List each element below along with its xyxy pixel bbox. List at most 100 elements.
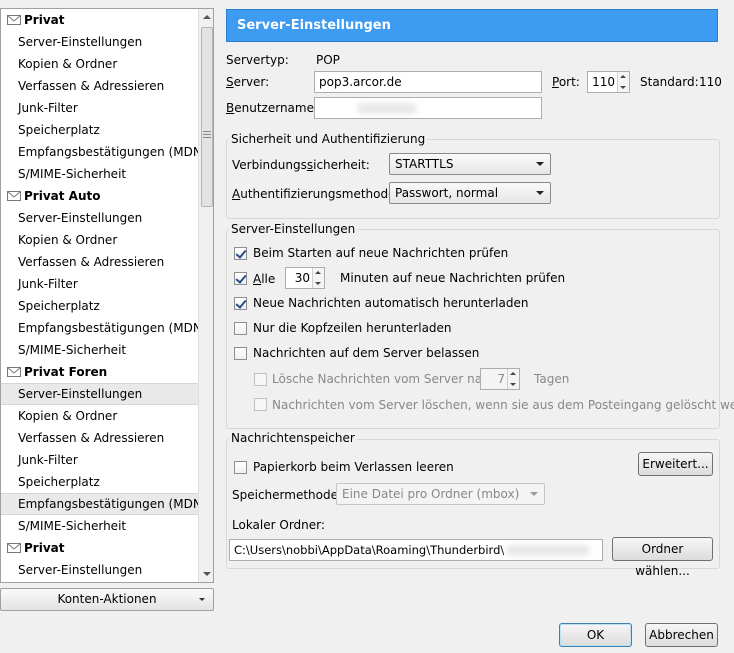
check-interval-stepper[interactable]: 30: [285, 267, 325, 289]
check-every-label: Alle: [253, 272, 276, 286]
chevron-down-icon: [536, 191, 544, 195]
storage-method-value: Eine Datei pro Ordner (mbox): [342, 487, 520, 501]
sidebar-item[interactable]: Speicherplatz: [1, 471, 199, 493]
delete-after-label: Lösche Nachrichten vom Server nach: [272, 372, 497, 386]
sidebar-item[interactable]: Speicherplatz: [1, 295, 199, 317]
account-tree-panel: Privat Server-Einstellungen Kopien & Ordne…: [0, 8, 214, 583]
port-spin-buttons[interactable]: [617, 72, 629, 92]
auth-method-select[interactable]: Passwort, normal: [389, 182, 551, 204]
sidebar-item[interactable]: Server-Einstellungen: [1, 31, 199, 53]
account-row[interactable]: Privat: [1, 9, 199, 31]
account-row[interactable]: Privat Auto: [1, 185, 199, 207]
sidebar-item[interactable]: Empfangsbestätigungen (MDN): [1, 493, 199, 515]
standard-port-value: 110: [699, 75, 722, 89]
auto-download-checkbox[interactable]: [234, 297, 247, 310]
sidebar-item[interactable]: S/MIME-Sicherheit: [1, 339, 199, 361]
account-name: Privat Auto: [24, 189, 101, 203]
scrollbar-thumb[interactable]: [201, 27, 213, 207]
check-interval-value: 30: [294, 271, 310, 285]
delete-days-stepper[interactable]: 7: [480, 368, 520, 390]
sidebar-item[interactable]: Kopien & Ordner: [1, 53, 199, 75]
account-actions-button[interactable]: Konten-Aktionen: [0, 588, 214, 611]
sidebar-item[interactable]: Junk-Filter: [1, 273, 199, 295]
check-interval-suffix: Minuten auf neue Nachrichten prüfen: [340, 271, 566, 285]
scroll-up-arrow-icon[interactable]: [203, 15, 211, 19]
connection-security-label: Verbindungssicherheit:: [232, 158, 370, 172]
headers-only-label: Nur die Kopfzeilen herunterladen: [253, 321, 452, 335]
delete-on-remove-label: Nachrichten vom Server löschen, wenn sie…: [272, 398, 734, 412]
sidebar-item[interactable]: Empfangsbestätigungen (MDN): [1, 141, 199, 163]
security-group-title: Sicherheit und Authentifizierung: [229, 132, 428, 146]
sidebar-item[interactable]: Kopien & Ordner: [1, 405, 199, 427]
delete-days-value: 7: [497, 372, 505, 386]
storage-method-select[interactable]: Eine Datei pro Ordner (mbox): [336, 483, 545, 505]
server-label: Server:: [226, 75, 270, 89]
empty-trash-label: Papierkorb beim Verlassen leeren: [253, 460, 454, 474]
sidebar-item[interactable]: Junk-Filter: [1, 449, 199, 471]
sidebar-item[interactable]: Speicherplatz: [1, 119, 199, 141]
security-group: [226, 139, 720, 219]
auth-method-value: Passwort, normal: [395, 186, 499, 200]
sidebar-item[interactable]: Server-Einstellungen: [1, 383, 199, 405]
sidebar-item[interactable]: Verfassen & Adressieren: [1, 75, 199, 97]
sidebar-item[interactable]: S/MIME-Sicherheit: [1, 515, 199, 537]
leave-on-server-checkbox[interactable]: [234, 347, 247, 360]
connection-security-select[interactable]: STARTTLS: [389, 153, 551, 175]
sidebar-item[interactable]: Server-Einstellungen: [1, 559, 199, 581]
mail-account-icon: [7, 15, 21, 25]
cancel-button[interactable]: Abbrechen: [645, 623, 718, 647]
redacted-profile-path: [506, 545, 590, 556]
account-name: Privat Foren: [24, 365, 108, 379]
account-actions-label: Konten-Aktionen: [57, 592, 157, 606]
check-every-checkbox[interactable]: [234, 272, 247, 285]
standard-label: Standard:: [640, 75, 699, 89]
delete-after-checkbox[interactable]: [254, 373, 267, 386]
chevron-down-icon: [530, 492, 538, 496]
days-label: Tagen: [534, 372, 570, 386]
account-tree[interactable]: Privat Server-Einstellungen Kopien & Ordne…: [1, 9, 199, 582]
empty-trash-checkbox[interactable]: [234, 461, 247, 474]
storage-group-title: Nachrichtenspeicher: [229, 431, 357, 445]
server-type-label: Servertyp:: [226, 53, 289, 67]
advanced-button[interactable]: Erweitert...: [638, 452, 713, 476]
local-folder-label: Lokaler Ordner:: [232, 518, 325, 532]
port-value: 110: [592, 75, 615, 89]
storage-method-label: Speichermethode:: [232, 488, 343, 502]
mail-account-icon: [7, 191, 21, 201]
sidebar-item[interactable]: Verfassen & Adressieren: [1, 251, 199, 273]
choose-folder-button[interactable]: Ordner wählen...: [612, 537, 713, 578]
sidebar-item[interactable]: S/MIME-Sicherheit: [1, 163, 199, 185]
leave-on-server-label: Nachrichten auf dem Server belassen: [253, 346, 480, 360]
check-on-start-checkbox[interactable]: [234, 247, 247, 260]
auto-download-label: Neue Nachrichten automatisch herunterlad…: [253, 296, 529, 310]
account-name: Privat: [24, 13, 65, 27]
account-row[interactable]: Privat Foren: [1, 361, 199, 383]
connection-security-value: STARTTLS: [395, 157, 454, 171]
tree-scrollbar[interactable]: [198, 9, 213, 582]
username-input[interactable]: [314, 97, 542, 119]
local-folder-input[interactable]: C:\Users\nobbi\AppData\Roaming\Thunderbi…: [229, 539, 603, 561]
mail-account-icon: [7, 367, 21, 377]
delete-on-remove-checkbox[interactable]: [254, 398, 267, 411]
sidebar-item[interactable]: Kopien & Ordner: [1, 229, 199, 251]
local-folder-value: C:\Users\nobbi\AppData\Roaming\Thunderbi…: [234, 543, 505, 557]
interval-spin-buttons[interactable]: [312, 268, 324, 288]
sidebar-item[interactable]: Junk-Filter: [1, 97, 199, 119]
headers-only-checkbox[interactable]: [234, 322, 247, 335]
username-label: Benutzername:: [226, 101, 319, 115]
mail-account-icon: [7, 543, 21, 553]
sidebar-item[interactable]: Empfangsbestätigungen (MDN): [1, 317, 199, 339]
days-spin-buttons[interactable]: [507, 369, 519, 389]
account-name: Privat: [24, 541, 65, 555]
port-label: Port:: [552, 75, 580, 89]
account-row[interactable]: Privat: [1, 537, 199, 559]
page-title: Server-Einstellungen: [226, 9, 718, 42]
scroll-down-arrow-icon[interactable]: [203, 572, 211, 576]
check-on-start-label: Beim Starten auf neue Nachrichten prüfen: [253, 246, 509, 260]
ok-button[interactable]: OK: [559, 623, 632, 647]
port-stepper[interactable]: 110: [587, 71, 630, 93]
sidebar-item[interactable]: Verfassen & Adressieren: [1, 427, 199, 449]
sidebar-item[interactable]: Server-Einstellungen: [1, 207, 199, 229]
server-input[interactable]: pop3.arcor.de: [314, 71, 542, 93]
redacted-username: [357, 103, 417, 114]
